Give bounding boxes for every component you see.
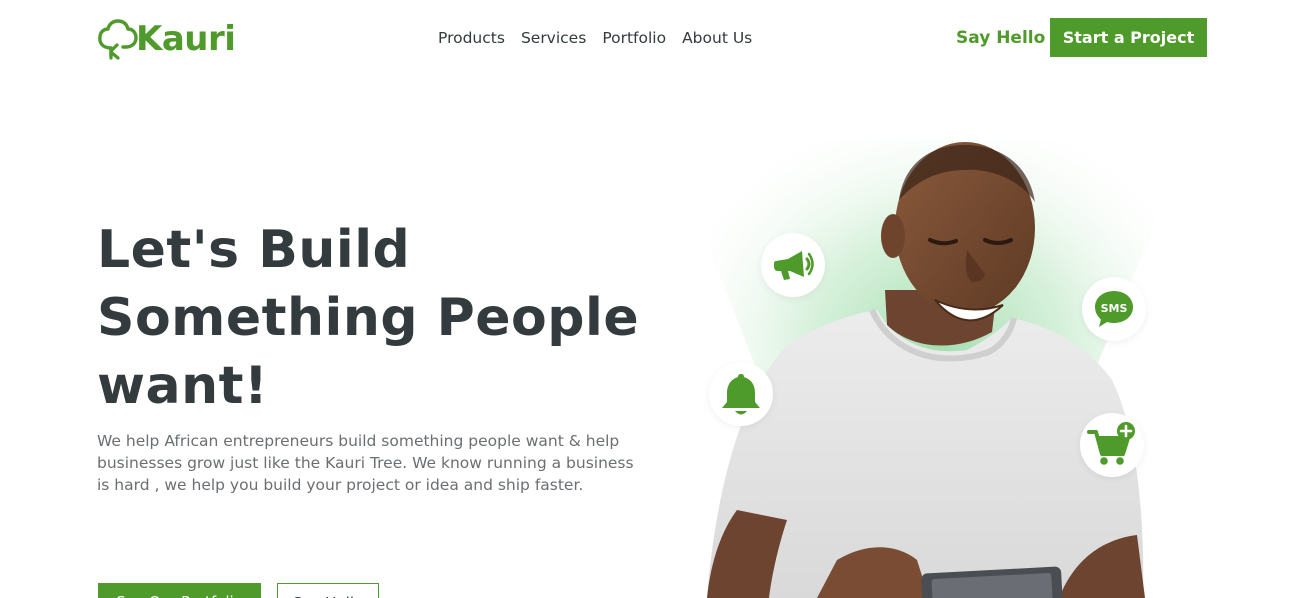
- tree-logo-icon: [98, 19, 138, 60]
- hero-title-line-1: Let's Build: [97, 220, 411, 280]
- hero-title-line-3: want!: [97, 356, 269, 416]
- bell-icon: [722, 374, 760, 415]
- nav-portfolio[interactable]: Portfolio: [602, 28, 666, 48]
- see-portfolio-button[interactable]: See Our Portfolio: [98, 583, 261, 598]
- sms-label: SMS: [1101, 302, 1128, 315]
- hero-title-line-2: Something People: [97, 288, 640, 348]
- nav-about-us[interactable]: About Us: [682, 28, 752, 48]
- megaphone-bubble: [761, 233, 825, 297]
- sms-bubble: SMS: [1082, 277, 1146, 341]
- kauri-logo[interactable]: Kauri: [97, 18, 236, 60]
- cart-bubble: [1080, 413, 1144, 477]
- cart-add-icon: [1087, 422, 1135, 465]
- start-project-button[interactable]: Start a Project: [1050, 18, 1207, 57]
- bell-bubble: [709, 362, 773, 426]
- nav-products[interactable]: Products: [438, 28, 505, 48]
- say-hello-link[interactable]: Say Hello: [956, 27, 1045, 49]
- nav-services[interactable]: Services: [521, 28, 586, 48]
- say-hello-button[interactable]: Say Hello: [277, 583, 379, 598]
- megaphone-icon: [774, 251, 814, 280]
- hero-description: We help African entrepreneurs build some…: [97, 432, 634, 494]
- sms-icon: SMS: [1095, 291, 1133, 327]
- logo-text: Kauri: [136, 19, 236, 59]
- main-nav: Products Services Portfolio About Us: [438, 28, 752, 48]
- hero-title: Let's Build Something People want!: [97, 216, 657, 420]
